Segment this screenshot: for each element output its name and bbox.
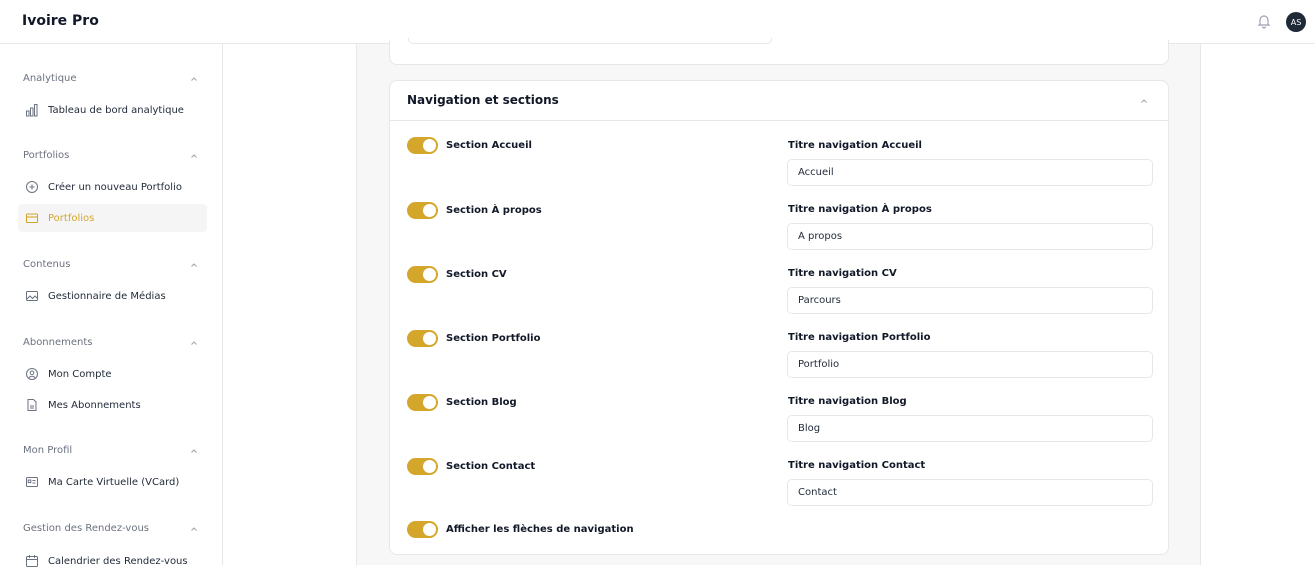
nav-title-cv-input[interactable] — [787, 287, 1153, 314]
bar-chart-icon — [26, 104, 38, 117]
group-title-portfolios[interactable]: Portfolios — [23, 150, 69, 161]
document-icon — [27, 399, 37, 411]
toggle-section-cv[interactable] — [407, 266, 438, 283]
sidebar-item-label: Mon Compte — [48, 368, 112, 380]
calendar-icon — [26, 555, 38, 567]
toggle-row-a-propos: Section À propos — [407, 202, 542, 219]
chevron-up-icon[interactable] — [190, 447, 198, 455]
toggle-row-contact: Section Contact — [407, 458, 535, 475]
group-title-contenus[interactable]: Contenus — [23, 259, 70, 270]
sidebar-item-create-portfolio[interactable]: Créer un nouveau Portfolio — [18, 173, 207, 201]
sidebar-item-label: Mes Abonnements — [48, 399, 141, 411]
nav-title-blog-input[interactable] — [787, 415, 1153, 442]
toggle-row-blog: Section Blog — [407, 394, 517, 411]
sidebar-item-my-account[interactable]: Mon Compte — [18, 360, 207, 388]
sidebar-item-label: Ma Carte Virtuelle (VCard) — [48, 476, 180, 488]
card-title: Navigation et sections — [407, 93, 559, 107]
toggle-label: Afficher les flèches de navigation — [446, 524, 634, 535]
sidebar-item-label: Tableau de bord analytique — [48, 104, 184, 116]
field-label-contact: Titre navigation Contact — [788, 460, 926, 471]
toggle-row-portfolio: Section Portfolio — [407, 330, 540, 347]
toggle-label: Section Blog — [446, 397, 517, 408]
toggle-knob — [423, 396, 436, 409]
sidebar-item-label: Gestionnaire de Médias — [48, 290, 166, 302]
group-title-rendez-vous[interactable]: Gestion des Rendez-vous — [23, 523, 149, 534]
field-label-accueil: Titre navigation Accueil — [788, 140, 922, 151]
chevron-up-icon[interactable] — [190, 261, 198, 269]
sidebar-item-appointments-calendar[interactable]: Calendrier des Rendez-vous — [18, 547, 207, 575]
chevron-up-icon[interactable] — [190, 339, 198, 347]
nav-title-contact-input[interactable] — [787, 479, 1153, 506]
toggle-section-blog[interactable] — [407, 394, 438, 411]
toggle-knob — [423, 332, 436, 345]
plus-circle-icon — [26, 181, 38, 193]
group-title-abonnements[interactable]: Abonnements — [23, 337, 93, 348]
chevron-up-icon[interactable] — [190, 75, 198, 83]
toggle-navigation-arrows[interactable] — [407, 521, 438, 538]
sidebar-divider-left — [222, 44, 223, 565]
chevron-up-icon[interactable] — [190, 525, 198, 533]
id-card-icon — [26, 477, 38, 487]
toggle-label: Section Accueil — [446, 140, 532, 151]
field-label-a-propos: Titre navigation À propos — [788, 204, 932, 215]
nav-title-a-propos-input[interactable] — [787, 223, 1153, 250]
previous-card — [389, 38, 1169, 65]
toggle-label: Section CV — [446, 269, 507, 280]
toggle-knob — [423, 523, 436, 536]
field-label-cv: Titre navigation CV — [788, 268, 897, 279]
sidebar-item-vcard[interactable]: Ma Carte Virtuelle (VCard) — [18, 468, 207, 496]
sidebar-item-media-manager[interactable]: Gestionnaire de Médias — [18, 282, 207, 310]
field-label-blog: Titre navigation Blog — [788, 396, 907, 407]
card-header[interactable]: Navigation et sections — [390, 81, 1168, 121]
folder-icon — [25, 213, 39, 224]
toggle-row-navigation-arrows: Afficher les flèches de navigation — [407, 521, 634, 538]
sidebar-item-analytics-dashboard[interactable]: Tableau de bord analytique — [18, 96, 207, 124]
toggle-label: Section Contact — [446, 461, 536, 472]
bell-icon[interactable] — [1256, 13, 1272, 29]
avatar[interactable]: AS — [1286, 12, 1306, 32]
image-icon — [26, 291, 38, 301]
chevron-up-icon[interactable] — [1140, 97, 1148, 105]
main-content: Navigation et sections Section Accueil T… — [357, 38, 1200, 565]
toggle-section-a-propos[interactable] — [407, 202, 438, 219]
sidebar-item-label: Portfolios — [48, 212, 95, 224]
group-title-analytique[interactable]: Analytique — [23, 73, 77, 84]
toggle-knob — [423, 268, 436, 281]
previous-input-stub — [408, 38, 772, 44]
toggle-label: Section Portfolio — [446, 333, 541, 344]
sidebar-item-my-subscriptions[interactable]: Mes Abonnements — [18, 391, 207, 419]
user-circle-icon — [26, 368, 38, 380]
nav-title-portfolio-input[interactable] — [787, 351, 1153, 378]
navigation-sections-card: Navigation et sections Section Accueil T… — [389, 80, 1169, 555]
toggle-knob — [423, 460, 436, 473]
toggle-row-cv: Section CV — [407, 266, 507, 283]
toggle-section-contact[interactable] — [407, 458, 438, 475]
toggle-knob — [423, 204, 436, 217]
field-label-portfolio: Titre navigation Portfolio — [788, 332, 931, 343]
group-title-mon-profil[interactable]: Mon Profil — [23, 445, 72, 456]
right-panel-divider — [1200, 44, 1201, 565]
toggle-section-portfolio[interactable] — [407, 330, 438, 347]
toggle-section-accueil[interactable] — [407, 137, 438, 154]
nav-title-accueil-input[interactable] — [787, 159, 1153, 186]
toggle-knob — [423, 139, 436, 152]
sidebar-item-label: Créer un nouveau Portfolio — [48, 181, 182, 193]
toggle-label: Section À propos — [446, 205, 542, 216]
chevron-up-icon[interactable] — [190, 152, 198, 160]
toggle-row-accueil: Section Accueil — [407, 137, 532, 154]
brand-logo[interactable]: Ivoire Pro — [22, 13, 99, 29]
sidebar-item-portfolios[interactable]: Portfolios — [18, 204, 207, 232]
